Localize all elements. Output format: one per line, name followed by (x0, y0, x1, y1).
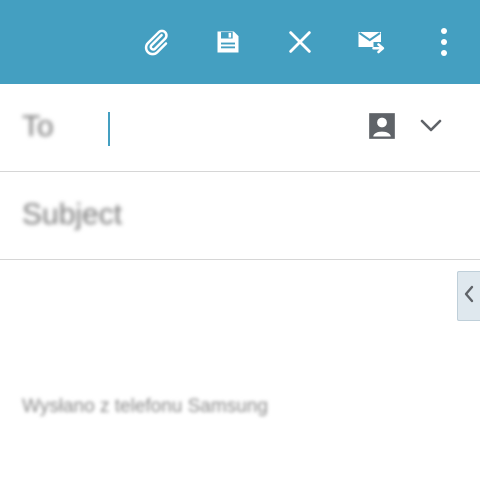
text-cursor (108, 112, 110, 146)
close-icon (286, 28, 314, 56)
chevron-down-icon (419, 114, 443, 143)
chevron-left-icon (463, 285, 475, 308)
subject-label: Subject (22, 198, 123, 231)
person-icon (368, 112, 396, 145)
attach-button[interactable] (136, 22, 176, 62)
expand-recipients-button[interactable] (414, 110, 448, 146)
send-button[interactable] (351, 22, 391, 62)
email-signature: Wysłano z telefonu Samsung (22, 396, 268, 417)
side-panel-handle[interactable] (457, 271, 480, 321)
subject-row: Subject (0, 172, 480, 261)
save-icon (214, 28, 242, 56)
paperclip-icon (141, 27, 171, 57)
to-label: To (22, 110, 54, 143)
send-icon (356, 27, 386, 57)
contacts-button[interactable] (366, 110, 398, 146)
to-row: To (0, 84, 480, 172)
compose-toolbar (0, 0, 480, 84)
more-options-button[interactable] (424, 22, 464, 62)
more-vert-icon (439, 27, 449, 57)
to-input[interactable] (100, 106, 358, 150)
save-draft-button[interactable] (208, 22, 248, 62)
discard-button[interactable] (280, 22, 320, 62)
